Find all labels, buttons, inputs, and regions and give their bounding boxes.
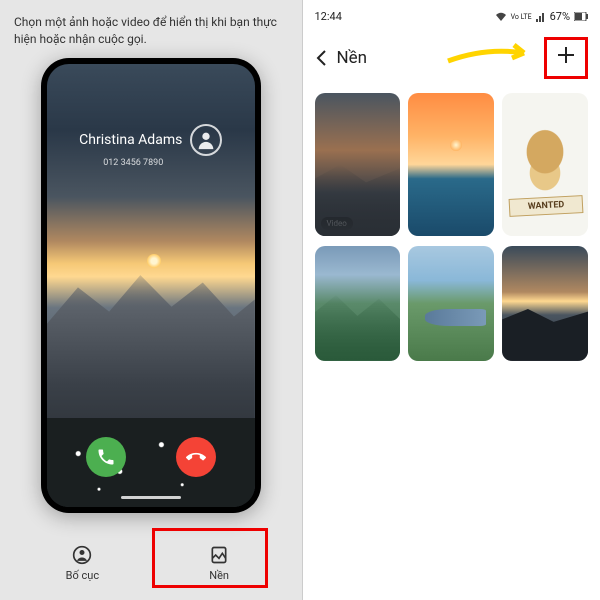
annotation-arrow xyxy=(446,43,536,67)
caller-name: Christina Adams xyxy=(79,132,182,148)
phone-decline-icon xyxy=(186,447,206,467)
caller-number: 012 3456 7890 xyxy=(47,158,255,168)
person-icon xyxy=(195,129,217,151)
phone-preview: Christina Adams 012 3456 7890 xyxy=(14,58,288,537)
phone-frame: Christina Adams 012 3456 7890 xyxy=(41,58,261,513)
status-icons: Vo LTE 67% xyxy=(495,10,588,23)
caller-info: Christina Adams 012 3456 7890 xyxy=(47,124,255,168)
wallpaper-grid-2 xyxy=(315,246,589,360)
wallpaper-thumb[interactable] xyxy=(408,246,494,360)
call-screen-preview: Christina Adams 012 3456 7890 xyxy=(47,64,255,507)
wallpaper-thumb[interactable] xyxy=(502,246,588,360)
wifi-icon xyxy=(495,12,507,22)
page-title: Nền xyxy=(337,48,368,68)
sun-graphic xyxy=(147,254,161,268)
person-circle-icon xyxy=(14,545,151,565)
status-time: 12:44 xyxy=(315,10,342,23)
call-background-settings-panel: Chọn một ảnh hoặc video để hiển thị khi … xyxy=(0,0,303,600)
highlight-background-tab xyxy=(152,528,268,588)
highlight-add-button xyxy=(544,37,588,79)
add-button[interactable] xyxy=(555,44,577,72)
accept-call-button[interactable] xyxy=(86,437,126,477)
back-button[interactable]: Nền xyxy=(315,48,368,68)
caller-avatar xyxy=(190,124,222,156)
status-bar: 12:44 Vo LTE 67% xyxy=(315,10,589,23)
background-gallery-panel: 12:44 Vo LTE 67% Nền xyxy=(303,0,600,600)
network-label: Vo LTE xyxy=(511,13,532,21)
chevron-left-icon xyxy=(315,49,327,67)
dog-illustration xyxy=(515,122,575,208)
wallpaper-thumb[interactable] xyxy=(502,93,588,236)
battery-percent: 67% xyxy=(550,10,570,23)
wallpaper-thumb[interactable]: Video xyxy=(315,93,401,236)
call-buttons xyxy=(47,437,255,477)
wallpaper-thumb[interactable] xyxy=(315,246,401,360)
tab-layout-label: Bố cục xyxy=(14,569,151,582)
wallpaper-thumb[interactable] xyxy=(408,93,494,236)
tab-layout[interactable]: Bố cục xyxy=(14,545,151,582)
wallpaper-grid-1: Video xyxy=(315,93,589,236)
battery-icon xyxy=(574,12,588,21)
phone-accept-icon xyxy=(96,447,116,467)
decline-call-button[interactable] xyxy=(176,437,216,477)
plus-icon xyxy=(555,44,577,66)
home-indicator xyxy=(121,496,181,499)
signal-icon xyxy=(536,12,546,22)
video-badge: Video xyxy=(321,217,353,230)
instruction-text: Chọn một ảnh hoặc video để hiển thị khi … xyxy=(14,14,288,48)
